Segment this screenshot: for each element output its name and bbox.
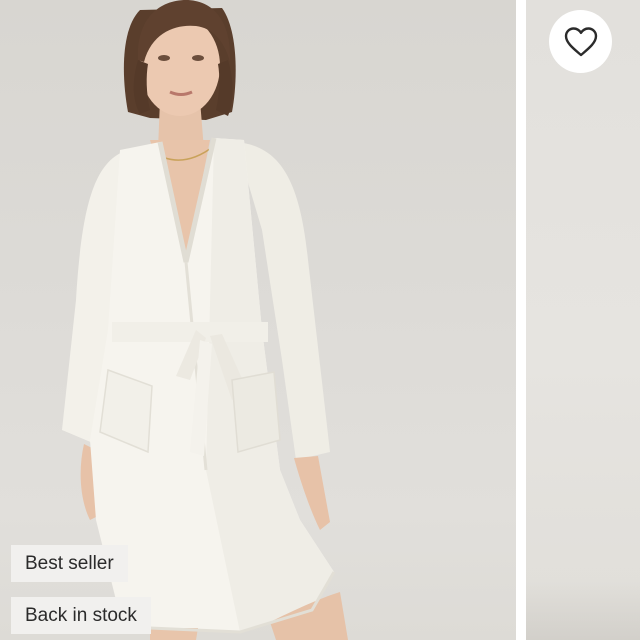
heart-outline-icon	[564, 26, 597, 56]
product-image-main[interactable]	[0, 0, 516, 640]
product-image-next[interactable]	[526, 0, 640, 640]
back-in-stock-badge: Back in stock	[11, 597, 151, 634]
gallery-divider	[516, 0, 526, 640]
model-in-robe-photo	[62, 0, 348, 640]
best-seller-badge: Best seller	[11, 545, 128, 582]
product-card[interactable]: Best seller Back in stock	[0, 0, 640, 640]
favorite-button[interactable]	[549, 10, 612, 73]
backdrop-floor-shadow	[526, 580, 640, 640]
